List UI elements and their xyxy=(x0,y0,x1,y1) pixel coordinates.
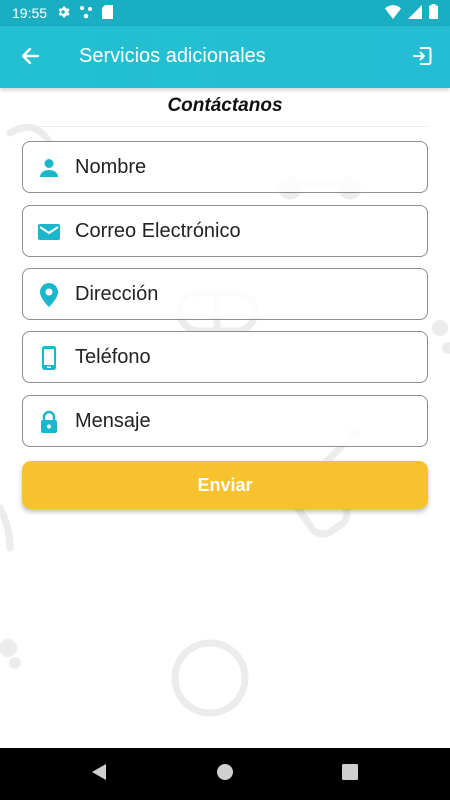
triangle-back-icon xyxy=(90,763,108,786)
lock-icon xyxy=(36,409,62,435)
page-title: Contáctanos xyxy=(167,95,283,116)
address-input[interactable] xyxy=(75,275,415,313)
app-bar: Servicios adicionales xyxy=(0,26,450,88)
sd-card-icon xyxy=(102,4,114,22)
app-title: Servicios adicionales xyxy=(79,45,266,67)
square-recents-icon xyxy=(341,763,359,786)
battery-icon xyxy=(429,4,438,22)
arrow-back-icon xyxy=(20,46,40,71)
status-bar: 19:55 xyxy=(0,0,450,26)
message-field[interactable] xyxy=(22,395,428,447)
system-nav-bar xyxy=(0,748,450,800)
phone-field[interactable] xyxy=(22,331,428,383)
settings-icon xyxy=(56,5,70,22)
phone-icon xyxy=(36,345,62,371)
name-input[interactable] xyxy=(75,148,415,186)
circle-home-icon xyxy=(216,763,234,786)
wifi-icon xyxy=(385,4,401,22)
status-time: 19:55 xyxy=(12,5,48,21)
email-input[interactable] xyxy=(75,212,415,250)
back-button[interactable] xyxy=(14,42,46,74)
nav-home-button[interactable] xyxy=(213,762,237,786)
title-divider xyxy=(22,126,428,127)
cell-signal-icon xyxy=(408,4,422,22)
submit-button[interactable]: Enviar xyxy=(22,461,428,509)
email-icon xyxy=(36,219,62,245)
nav-back-button[interactable] xyxy=(87,762,111,786)
email-field[interactable] xyxy=(22,205,428,257)
network-dots-icon xyxy=(79,5,93,22)
address-field[interactable] xyxy=(22,268,428,320)
exit-to-app-icon xyxy=(411,45,433,72)
phone-input[interactable] xyxy=(75,338,415,376)
location-pin-icon xyxy=(36,282,62,308)
person-icon xyxy=(36,155,62,181)
nav-recents-button[interactable] xyxy=(338,762,362,786)
exit-button[interactable] xyxy=(406,42,438,74)
name-field[interactable] xyxy=(22,141,428,193)
message-input[interactable] xyxy=(75,402,415,440)
